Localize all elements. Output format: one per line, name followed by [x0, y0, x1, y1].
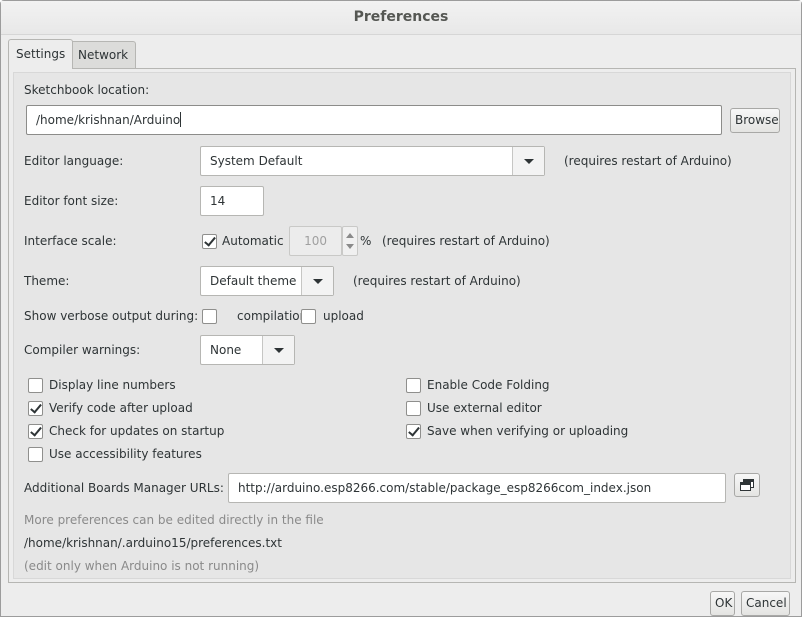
theme-select[interactable]: Default theme	[200, 266, 334, 296]
text-caret	[180, 112, 182, 127]
verbose-compilation-label: compilation	[237, 309, 308, 323]
more-preferences-note: More preferences can be edited directly …	[24, 513, 324, 527]
scale-unit: %	[360, 234, 372, 248]
editor-language-value: System Default	[210, 154, 303, 168]
sketchbook-location-input[interactable]: /home/krishnan/Arduino	[26, 105, 722, 135]
chevron-down-icon	[262, 336, 294, 364]
theme-label: Theme:	[24, 274, 70, 288]
save-on-verify-checkbox[interactable]	[406, 424, 421, 439]
accessibility-label: Use accessibility features	[49, 447, 202, 461]
external-editor-label: Use external editor	[427, 401, 542, 415]
sketchbook-label: Sketchbook location:	[24, 83, 150, 97]
verify-after-upload-checkbox[interactable]	[28, 401, 43, 416]
preferences-file-path: /home/krishnan/.arduino15/preferences.tx…	[24, 536, 282, 550]
verbose-compilation-checkbox[interactable]	[202, 309, 217, 324]
tab-settings[interactable]: Settings	[8, 39, 74, 69]
chevron-up-icon[interactable]	[346, 233, 354, 238]
settings-panel: Sketchbook location: /home/krishnan/Ardu…	[8, 68, 796, 583]
save-on-verify-label: Save when verifying or uploading	[427, 424, 629, 438]
interface-scale-input[interactable]: 100	[289, 226, 342, 256]
chevron-down-icon	[512, 147, 544, 175]
settings-content: Sketchbook location: /home/krishnan/Ardu…	[13, 72, 791, 579]
boards-url-input[interactable]: http://arduino.esp8266.com/stable/packag…	[228, 473, 726, 503]
automatic-scale-checkbox[interactable]	[202, 234, 217, 249]
display-line-numbers-label: Display line numbers	[49, 378, 176, 392]
accessibility-checkbox[interactable]	[28, 447, 43, 462]
window-stack-icon	[740, 479, 754, 491]
scale-restart-note: (requires restart of Arduino)	[382, 234, 550, 248]
preferences-window: Preferences Settings Network Sketchbook …	[0, 0, 802, 617]
verify-after-upload-label: Verify code after upload	[49, 401, 193, 415]
display-line-numbers-checkbox[interactable]	[28, 378, 43, 393]
chevron-down-icon	[301, 267, 333, 295]
verbose-upload-checkbox[interactable]	[301, 309, 316, 324]
compiler-warnings-value: None	[210, 343, 242, 357]
window-title: Preferences	[1, 1, 801, 35]
editor-language-label: Editor language:	[24, 154, 124, 168]
theme-value: Default theme	[210, 274, 297, 288]
verbose-upload-label: upload	[323, 309, 364, 323]
font-size-label: Editor font size:	[24, 194, 119, 208]
theme-restart-note: (requires restart of Arduino)	[353, 274, 521, 288]
check-updates-checkbox[interactable]	[28, 424, 43, 439]
automatic-scale-label: Automatic	[222, 234, 284, 248]
code-folding-label: Enable Code Folding	[427, 378, 550, 392]
editor-language-select[interactable]: System Default	[200, 146, 545, 176]
sketchbook-path-text: /home/krishnan/Arduino	[36, 113, 181, 127]
check-updates-label: Check for updates on startup	[49, 424, 225, 438]
verbose-output-label: Show verbose output during:	[24, 309, 199, 323]
edit-urls-button[interactable]	[734, 473, 760, 497]
chevron-down-icon[interactable]	[346, 244, 354, 249]
language-restart-note: (requires restart of Arduino)	[564, 154, 732, 168]
font-size-input[interactable]: 14	[200, 186, 264, 216]
ok-button[interactable]: OK	[710, 591, 735, 616]
interface-scale-label: Interface scale:	[24, 234, 117, 248]
scale-spinner-buttons[interactable]	[342, 226, 358, 256]
browse-button[interactable]: Browse	[730, 108, 780, 133]
tab-network[interactable]: Network	[70, 41, 137, 68]
compiler-warnings-select[interactable]: None	[200, 335, 295, 365]
cancel-button[interactable]: Cancel	[741, 591, 790, 616]
code-folding-checkbox[interactable]	[406, 378, 421, 393]
boards-url-label: Additional Boards Manager URLs:	[24, 481, 224, 495]
edit-warning-note: (edit only when Arduino is not running)	[24, 559, 260, 573]
external-editor-checkbox[interactable]	[406, 401, 421, 416]
compiler-warnings-label: Compiler warnings:	[24, 343, 141, 357]
